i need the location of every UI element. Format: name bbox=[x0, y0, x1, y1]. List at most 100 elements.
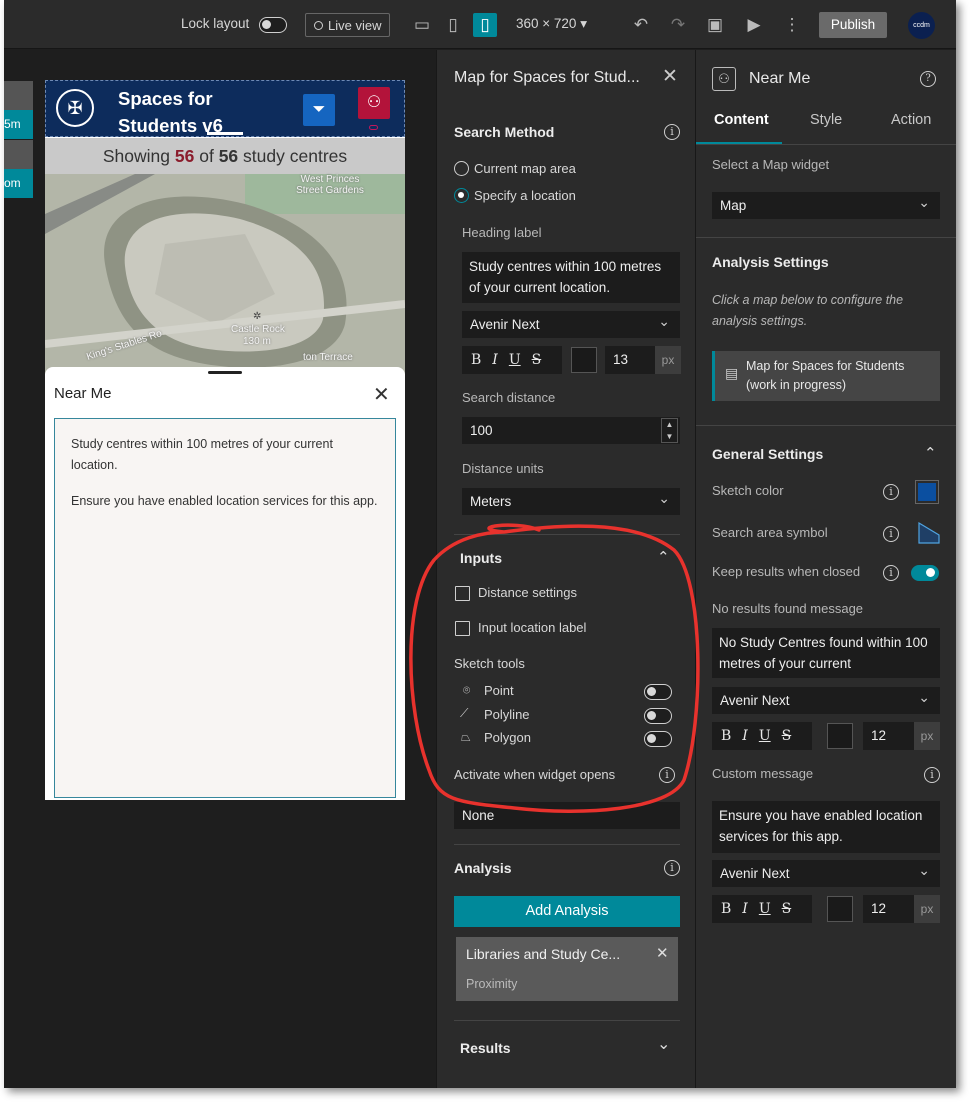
showing-suffix: study centres bbox=[243, 146, 348, 166]
heading-color-swatch[interactable] bbox=[571, 347, 597, 373]
tablet-view-icon[interactable]: ▯ bbox=[441, 13, 465, 37]
tab-action[interactable]: Action bbox=[891, 112, 931, 128]
no-results-size-input[interactable]: 12 bbox=[863, 722, 914, 750]
sketch-color-picker[interactable] bbox=[915, 480, 939, 504]
castle-icon: ✲ bbox=[253, 311, 262, 322]
widget-title: Near Me bbox=[749, 70, 811, 87]
university-crest-icon: ✠ bbox=[56, 89, 94, 127]
custom-color-swatch[interactable] bbox=[827, 896, 853, 922]
keep-results-toggle[interactable] bbox=[911, 565, 939, 581]
custom-size-unit: px bbox=[914, 895, 940, 923]
point-toggle[interactable] bbox=[644, 684, 672, 700]
italic-icon[interactable]: I bbox=[492, 352, 498, 368]
panel-content: Study centres within 100 metres of your … bbox=[54, 418, 396, 798]
underline-icon[interactable]: U bbox=[759, 901, 771, 917]
mobile-view-icon[interactable]: ▯ bbox=[473, 13, 497, 37]
custom-size-input[interactable]: 12 bbox=[863, 895, 914, 923]
radio-specify-location[interactable] bbox=[454, 188, 469, 203]
publish-button[interactable]: Publish bbox=[819, 12, 887, 38]
info-icon[interactable]: i bbox=[883, 484, 899, 500]
heading-size-input[interactable]: 13 bbox=[605, 346, 655, 374]
undo-icon[interactable]: ↶ bbox=[629, 13, 653, 37]
bold-icon[interactable]: B bbox=[721, 728, 731, 744]
left-strip-item[interactable]: om bbox=[4, 169, 33, 198]
info-icon[interactable]: i bbox=[659, 767, 675, 783]
search-method-title: Search Method bbox=[454, 124, 555, 140]
live-view-button[interactable]: Live view bbox=[305, 13, 390, 37]
remove-icon[interactable]: ✕ bbox=[656, 944, 669, 962]
no-results-font-select[interactable]: Avenir Next bbox=[712, 687, 940, 714]
close-icon[interactable]: ✕ bbox=[662, 65, 678, 88]
underline-icon[interactable]: U bbox=[759, 728, 771, 744]
chevron-up-icon[interactable]: ⌃ bbox=[657, 548, 670, 566]
near-me-panel: Near Me ✕ Study centres within 100 metre… bbox=[45, 367, 405, 800]
map-list-item[interactable]: ▤ Map for Spaces for Students (work in p… bbox=[712, 351, 940, 401]
tab-content[interactable]: Content bbox=[714, 112, 769, 128]
drag-handle[interactable] bbox=[208, 371, 242, 374]
close-icon[interactable]: ✕ bbox=[373, 382, 390, 407]
heading-label-textarea[interactable]: Study centres within 100 metres of your … bbox=[462, 252, 680, 303]
avatar[interactable]: ccdm bbox=[908, 12, 935, 39]
bold-icon[interactable]: B bbox=[721, 901, 731, 917]
more-icon[interactable]: ⋮ bbox=[780, 13, 804, 37]
distance-units-select[interactable]: Meters bbox=[462, 488, 680, 515]
save-icon[interactable]: ▣ bbox=[703, 13, 727, 37]
near-me-widget-icon[interactable]: ⚇ bbox=[358, 87, 390, 119]
polyline-toggle[interactable] bbox=[644, 708, 672, 724]
redo-icon[interactable]: ↷ bbox=[666, 13, 690, 37]
app-title: Spaces for Students v6 bbox=[118, 88, 223, 136]
add-analysis-button[interactable]: Add Analysis bbox=[454, 896, 680, 927]
info-icon[interactable]: i bbox=[924, 767, 940, 783]
italic-icon[interactable]: I bbox=[742, 901, 748, 917]
left-strip-item[interactable]: 5m bbox=[4, 110, 33, 139]
radio-current-map-area[interactable] bbox=[454, 161, 469, 176]
input-location-label-checkbox[interactable] bbox=[455, 621, 470, 636]
left-strip-item[interactable] bbox=[4, 81, 33, 110]
underline-icon[interactable]: U bbox=[509, 352, 521, 368]
preview-icon[interactable]: ▶ bbox=[742, 13, 766, 37]
radio-specify-location-label: Specify a location bbox=[474, 188, 576, 203]
map-widget-select[interactable]: Map bbox=[712, 192, 940, 219]
map-icon: ▤ bbox=[725, 365, 739, 381]
search-distance-input[interactable]: 100 bbox=[462, 417, 680, 444]
info-icon[interactable]: i bbox=[883, 565, 899, 581]
analysis-card[interactable]: Libraries and Study Ce... ✕ Proximity bbox=[456, 937, 678, 1001]
custom-message-label: Custom message bbox=[712, 766, 814, 781]
chevron-up-icon[interactable]: ⌃ bbox=[924, 444, 937, 462]
sketch-tools-label: Sketch tools bbox=[454, 656, 525, 671]
custom-font-select[interactable]: Avenir Next bbox=[712, 860, 940, 887]
polyline-icon: ⟋ bbox=[460, 706, 469, 720]
bold-icon[interactable]: B bbox=[471, 352, 481, 368]
polygon-toggle[interactable] bbox=[644, 731, 672, 747]
heading-font-select[interactable]: Avenir Next bbox=[462, 311, 680, 338]
italic-icon[interactable]: I bbox=[742, 728, 748, 744]
info-icon[interactable]: i bbox=[664, 124, 680, 140]
help-icon[interactable]: ? bbox=[920, 71, 936, 87]
resolution-select[interactable]: 360 × 720 ▾ bbox=[516, 16, 587, 32]
activate-select[interactable]: None bbox=[454, 802, 680, 829]
strikethrough-icon[interactable]: S bbox=[532, 352, 542, 368]
no-results-color-swatch[interactable] bbox=[827, 723, 853, 749]
tab-style[interactable]: Style bbox=[810, 112, 842, 128]
search-area-symbol-icon[interactable] bbox=[917, 521, 941, 545]
analysis-card-title: Libraries and Study Ce... bbox=[466, 946, 621, 962]
info-icon[interactable]: i bbox=[664, 860, 680, 876]
info-icon[interactable]: i bbox=[883, 526, 899, 542]
distance-settings-checkbox[interactable] bbox=[455, 586, 470, 601]
filter-icon[interactable]: ⏷ bbox=[303, 94, 335, 126]
title-resize-handle[interactable] bbox=[207, 132, 243, 135]
strikethrough-icon[interactable]: S bbox=[782, 901, 792, 917]
desktop-view-icon[interactable]: ▭ bbox=[410, 13, 434, 37]
left-strip-item[interactable] bbox=[4, 140, 33, 169]
map-view[interactable]: West Princes Street Gardens ✲ Castle Roc… bbox=[45, 174, 405, 374]
distance-units-label: Distance units bbox=[462, 461, 544, 476]
point-icon: ⌾ bbox=[463, 683, 471, 697]
polyline-label: Polyline bbox=[484, 707, 530, 722]
chevron-down-icon[interactable]: ⌄ bbox=[657, 1034, 670, 1054]
app-header[interactable]: ✠ Spaces for Students v6 ⏷ ⚇ bbox=[45, 80, 405, 137]
custom-message-textarea[interactable]: Ensure you have enabled location service… bbox=[712, 801, 940, 853]
no-results-textarea[interactable]: No Study Centres found within 100 metres… bbox=[712, 628, 940, 678]
lock-layout-toggle[interactable] bbox=[259, 17, 287, 33]
strikethrough-icon[interactable]: S bbox=[782, 728, 792, 744]
stepper-icon[interactable]: ▲ ▼ bbox=[661, 418, 678, 443]
